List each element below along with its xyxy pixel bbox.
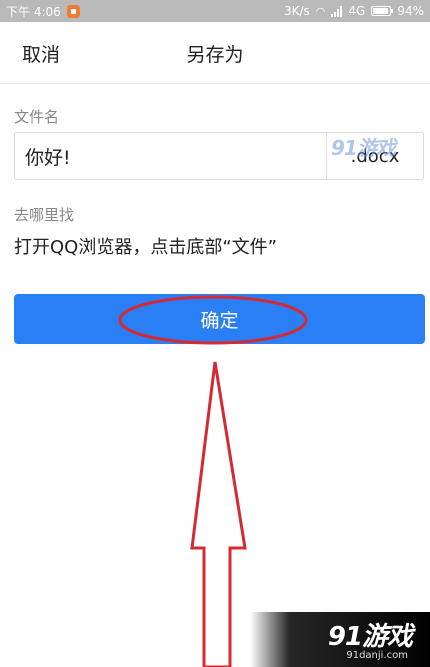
status-left: 下午 4:06 (6, 3, 80, 20)
filename-label: 文件名 (14, 108, 60, 126)
status-time: 下午 4:06 (6, 4, 61, 19)
battery-level: 94% (397, 4, 424, 18)
net-speed: 3K/s (283, 4, 310, 18)
watermark-url: 91danji.com (346, 650, 408, 661)
filename-field: 91游戏 .docx (14, 132, 424, 180)
filename-input[interactable] (15, 133, 326, 179)
watermark-small-logo: 91游戏 (331, 135, 396, 160)
battery-icon (371, 6, 394, 16)
watermark: 91游戏 91danji.com (250, 612, 430, 667)
confirm-button[interactable]: 确定 (14, 294, 425, 344)
watermark-logo: 91游戏 (327, 622, 413, 652)
file-extension: 91游戏 .docx (327, 136, 423, 167)
signal-icon (331, 5, 343, 17)
status-bar: 下午 4:06 3K/s ◠ 4G 94% (0, 0, 430, 22)
status-right: 3K/s ◠ 4G 94% (284, 4, 424, 18)
location-label: 去哪里找 (14, 206, 75, 224)
location-instruction: 打开QQ浏览器，点击底部“文件” (14, 237, 277, 258)
pointer-arrow (190, 361, 247, 667)
network-type: 4G (348, 4, 366, 18)
page-title: 另存为 (186, 44, 244, 66)
notification-icon (66, 4, 80, 18)
wifi-icon: ◠ (315, 4, 326, 18)
dialog-header: 取消 另存为 (0, 22, 430, 84)
